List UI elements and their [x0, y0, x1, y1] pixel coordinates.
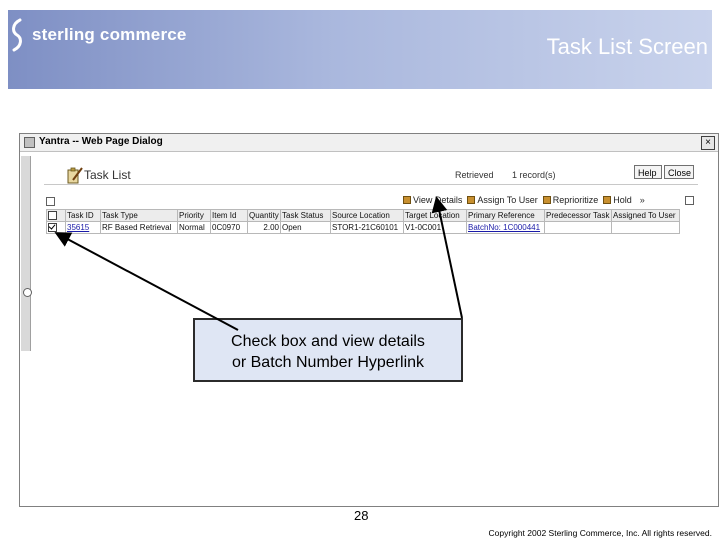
reprioritize-action[interactable]: Reprioritize [542, 195, 599, 205]
page-number: 28 [354, 508, 369, 523]
assign-to-user-action[interactable]: Assign To User [467, 195, 538, 205]
view-details-label: View Details [413, 195, 463, 205]
header-divider [44, 184, 698, 185]
table-cell: Open [280, 221, 331, 234]
action-bar: View Details Assign To User Reprioritize… [403, 195, 645, 205]
table-header-row: Task ID Task Type Priority Item Id Quant… [46, 209, 680, 222]
reprioritize-label: Reprioritize [552, 195, 599, 205]
table-cell: 0C0970 [210, 221, 248, 234]
column-header[interactable]: Quantity [247, 209, 281, 222]
frame-toggle[interactable] [685, 196, 694, 205]
callout-line-2: or Batch Number Hyperlink [231, 354, 425, 371]
dialog-titlebar: Yantra -- Web Page Dialog × [20, 134, 718, 152]
column-header[interactable]: Assigned To User [611, 209, 680, 222]
select-all-cell[interactable] [46, 209, 66, 222]
task-id-link[interactable]: 35615 [67, 223, 89, 232]
hold-label: Hold [613, 195, 632, 205]
task-id-cell[interactable]: 35615 [65, 221, 101, 234]
select-all-checkbox[interactable] [48, 211, 57, 221]
record-count: 1 record(s) [512, 170, 556, 180]
column-header[interactable]: Task Status [280, 209, 331, 222]
dialog-title: Yantra -- Web Page Dialog [39, 136, 163, 147]
column-header[interactable]: Item Id [210, 209, 248, 222]
table-cell: STOR1-21C60101 [330, 221, 404, 234]
table-row: 35615 RF Based Retrieval Normal 0C0970 2… [46, 221, 680, 234]
hold-action[interactable]: Hold [603, 195, 632, 205]
assign-to-user-label: Assign To User [477, 195, 538, 205]
column-header[interactable]: Task Type [100, 209, 178, 222]
scrollbar-thumb[interactable] [23, 288, 32, 297]
close-button[interactable]: Close [664, 165, 694, 179]
reprioritize-icon [542, 196, 551, 204]
table-cell: RF Based Retrieval [100, 221, 178, 234]
clipboard-pencil-icon [67, 167, 83, 184]
batch-number-cell[interactable]: BatchNo: 1C000441 [466, 221, 545, 234]
table-cell [544, 221, 612, 234]
frame-checkbox[interactable] [46, 197, 55, 206]
copyright-notice: Copyright 2002 Sterling Commerce, Inc. A… [488, 528, 712, 538]
task-table: Task ID Task Type Priority Item Id Quant… [46, 209, 680, 234]
row-checkbox[interactable] [48, 223, 57, 233]
row-select-cell[interactable] [46, 221, 66, 234]
sterling-swoosh-icon [12, 18, 22, 52]
batch-number-link[interactable]: BatchNo: 1C000441 [468, 223, 540, 232]
logo-text: sterling commerce [32, 25, 187, 44]
callout-line-1: Check box and view details [231, 333, 425, 350]
help-button[interactable]: Help [634, 165, 662, 179]
table-cell: V1-0C001 [403, 221, 467, 234]
table-cell: Normal [177, 221, 211, 234]
more-actions-icon[interactable]: » [640, 195, 645, 205]
view-details-action[interactable]: View Details [403, 195, 462, 205]
frame-scrollbar[interactable] [21, 156, 32, 351]
column-header[interactable]: Target Location [403, 209, 467, 222]
column-header[interactable]: Priority [177, 209, 211, 222]
slide-title: Task List Screen [546, 34, 708, 59]
window-icon [24, 137, 35, 148]
column-header[interactable]: Primary Reference [466, 209, 545, 222]
view-details-icon [403, 196, 411, 204]
callout-box: Check box and view details or Batch Numb… [193, 318, 463, 382]
dialog-close-button[interactable]: × [701, 136, 715, 150]
column-header[interactable]: Predecessor Task [544, 209, 612, 222]
column-header[interactable]: Task ID [65, 209, 101, 222]
column-header[interactable]: Source Location [330, 209, 404, 222]
table-cell: 2.00 [247, 221, 281, 234]
sterling-logo: sterling commerce [8, 18, 187, 52]
task-list-title: Task List [84, 168, 131, 182]
table-cell [611, 221, 680, 234]
retrieved-label: Retrieved [455, 170, 494, 180]
assign-user-icon [467, 196, 476, 204]
hold-icon [603, 196, 612, 204]
